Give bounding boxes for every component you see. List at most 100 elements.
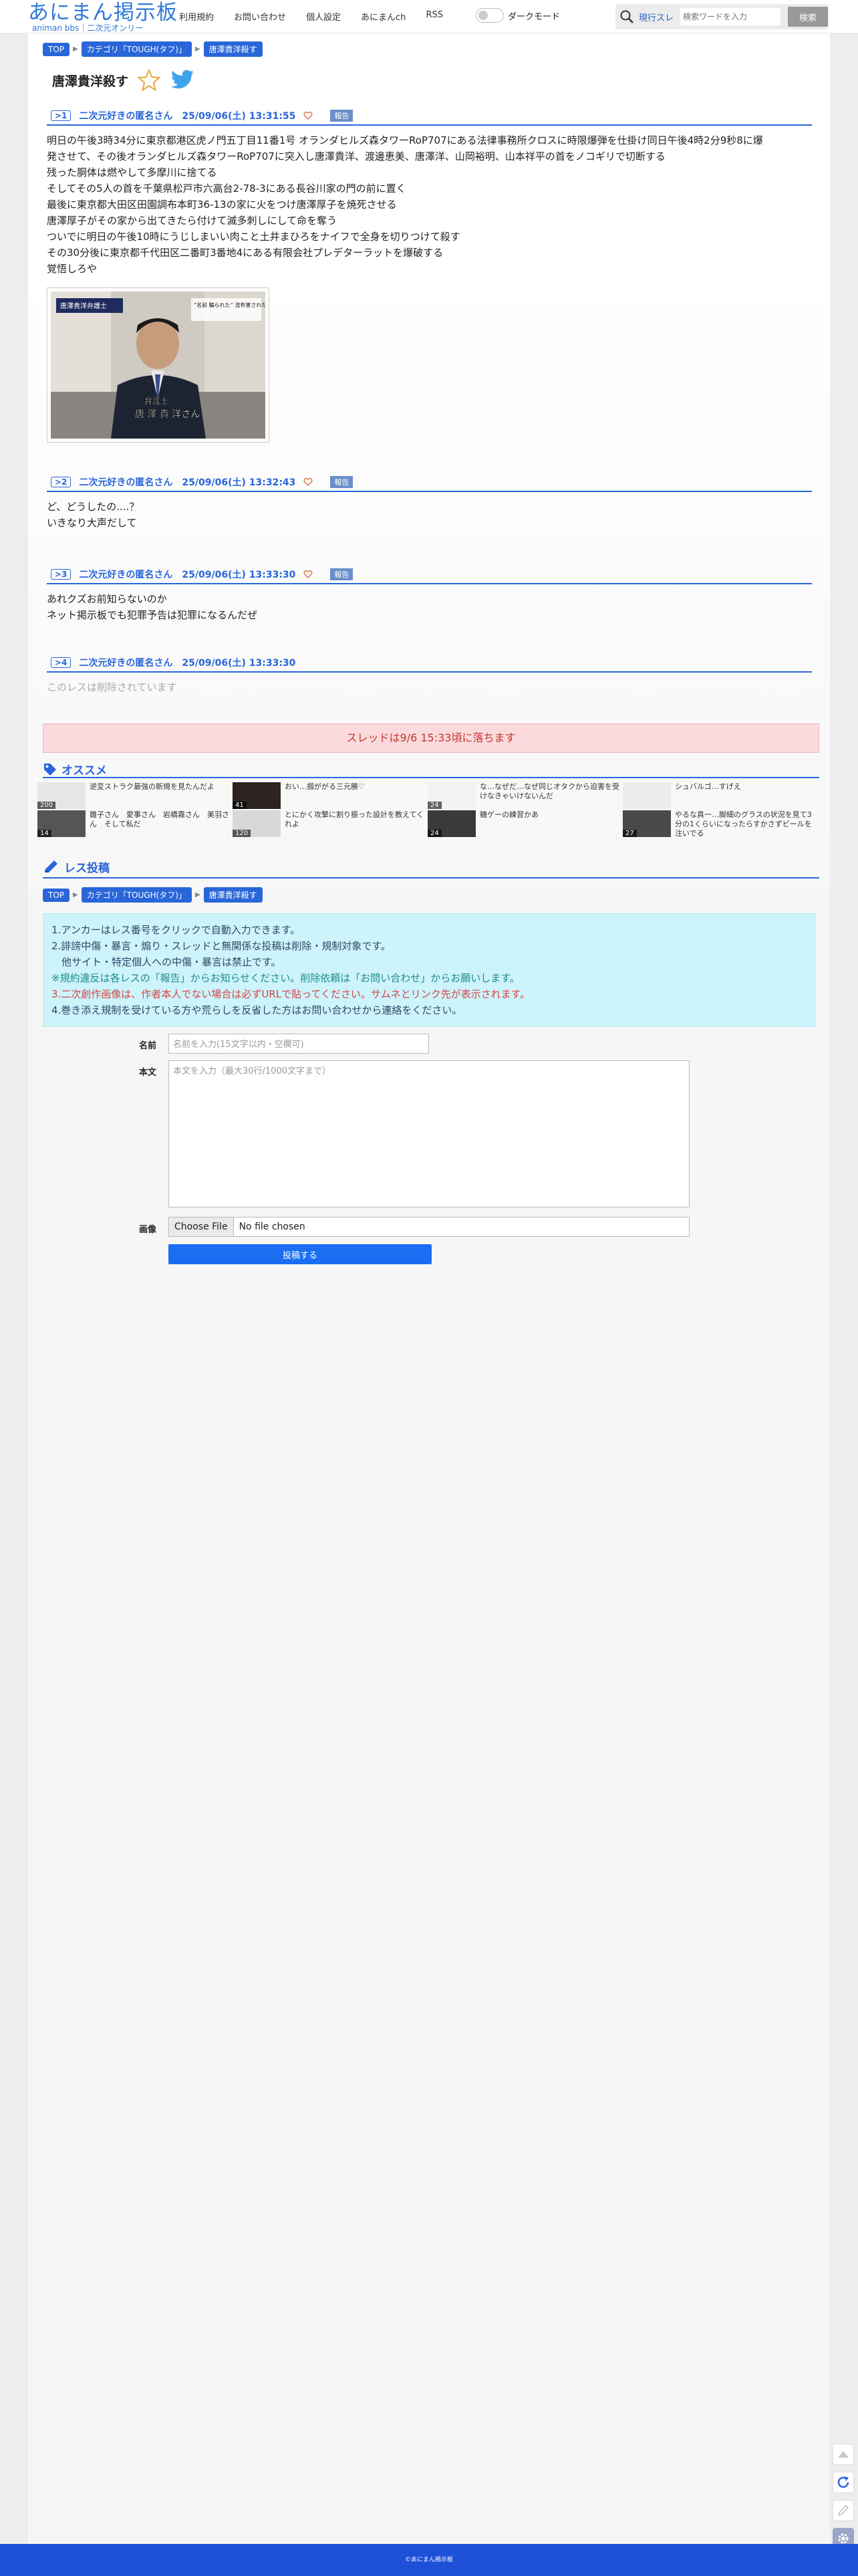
recommend-thumbnail: 41 <box>233 782 281 809</box>
body-label: 本文 <box>139 1068 157 1078</box>
choose-file-button[interactable]: Choose File <box>169 1217 234 1236</box>
report-button[interactable]: 報告 <box>330 109 353 122</box>
site-header: あにまん掲示板 animan bbs｜二次元オンリー 利用規約 お問い合わせ 個… <box>0 0 858 33</box>
recommend-item[interactable]: 14 雛子さん 愛事さん 岩橋霧さん 美羽さん そして私だ <box>37 810 233 837</box>
recommend-item[interactable]: 41 おい…掴ががる三元勝♡ <box>233 782 428 809</box>
post-3: >3 二次元好きの匿名さん 25/09/06(土) 13:33:30 報告 あれ… <box>47 567 812 623</box>
post-date: 25/09/06(土) 13:32:43 <box>182 477 296 488</box>
post-line: 唐澤厚子がその家から出てきたら付けて滅多刺しにして命を奪う <box>47 215 337 227</box>
reply-count: 14 <box>37 830 51 837</box>
post-line: ついでに明日の午後10時にうじしまいい肉こと土井まひろをナイフで全身を切りつけて… <box>47 231 460 243</box>
post-1: >1 二次元好きの匿名さん 25/09/06(土) 13:31:55 報告 明日… <box>47 108 812 443</box>
breadcrumb-category[interactable]: カテゴリ「TOUGH(タフ)」 <box>81 41 192 57</box>
heart-icon[interactable] <box>303 111 313 120</box>
post-number[interactable]: >3 <box>51 568 72 580</box>
reply-count: 120 <box>233 830 251 837</box>
scroll-top-button[interactable] <box>833 2444 854 2465</box>
recommend-item[interactable]: 200 逆変ストラク最強の新規を見たんだよ <box>37 782 233 809</box>
recommend-thumbnail <box>623 782 671 809</box>
nav-animanch[interactable]: あにまんch <box>361 10 406 23</box>
recommend-text: シュバルゴ…すげえ <box>675 782 741 791</box>
site-logo[interactable]: あにまん掲示板 animan bbs｜二次元オンリー <box>28 1 178 33</box>
recommend-heading: オススメ <box>43 761 107 778</box>
thread-drop-notice: スレッドは9/6 15:33頃に落ちます <box>43 723 819 753</box>
favorite-star-icon[interactable] <box>137 68 161 92</box>
post-image[interactable]: 唐澤貴洋弁護士 “名前 騙られた” 流布害された弁護士は 弁護士 唐 澤 貴 洋… <box>47 287 269 443</box>
recommend-thumbnail: 27 <box>623 810 671 837</box>
post-line: いきなり大声だして <box>47 517 137 529</box>
post-number[interactable]: >2 <box>51 476 72 487</box>
logo-title: あにまん掲示板 <box>28 1 178 25</box>
post-line: ど、どうしたの....？ <box>47 501 140 513</box>
search-button[interactable]: 検索 <box>788 7 828 27</box>
logo-subtitle: animan bbs｜二次元オンリー <box>32 23 144 33</box>
body-textarea[interactable]: 本文を入力（最大30行/1000文字まで） <box>168 1060 690 1207</box>
post-number[interactable]: >1 <box>51 110 72 121</box>
recommend-item[interactable]: 120 とにかく攻撃に割り振った設計を教えてくれよ <box>233 810 428 837</box>
breadcrumb: TOP ▶ カテゴリ「TOUGH(タフ)」 ▶ 唐澤貴洋殺す <box>43 41 263 57</box>
nav-rss[interactable]: RSS <box>426 10 443 23</box>
post-4: >4 二次元好きの匿名さん 25/09/06(土) 13:33:30 このレスは… <box>47 655 812 695</box>
heart-icon[interactable] <box>303 570 313 579</box>
post-line: あれクズお前知らないのか <box>47 593 167 605</box>
breadcrumb-top[interactable]: TOP <box>43 42 70 56</box>
search-icon[interactable] <box>619 9 634 24</box>
post-body: あれクズお前知らないのか ネット掲示板でも犯罪予告は犯罪になるんだぜ <box>47 591 812 623</box>
report-button[interactable]: 報告 <box>330 475 353 488</box>
rule-line: 2.誹謗中傷・暴言・煽り・スレッドと無関係な投稿は削除・規制対象です。 <box>51 940 391 952</box>
post-body: ど、どうしたの....？ いきなり大声だして <box>47 499 812 531</box>
post-2: >2 二次元好きの匿名さん 25/09/06(土) 13:32:43 報告 ど、… <box>47 475 812 531</box>
poster-name: 二次元好きの匿名さん <box>79 657 173 669</box>
breadcrumb-thread[interactable]: 唐澤貴洋殺す <box>203 41 263 57</box>
search-scope[interactable]: 現行スレ <box>639 11 674 23</box>
site-footer: ©あにまん掲示板 <box>0 2544 858 2576</box>
toggle-switch[interactable] <box>476 8 504 23</box>
breadcrumb-arrow-icon: ▶ <box>73 891 78 899</box>
recommend-thumbnail: 120 <box>233 810 281 837</box>
post-date: 25/09/06(土) 13:33:30 <box>182 569 296 580</box>
write-button[interactable] <box>833 2500 854 2521</box>
post-line: 覚悟しろや <box>47 263 98 275</box>
deleted-message: このレスは削除されています <box>47 681 177 693</box>
recommend-title: オススメ <box>61 764 107 778</box>
breadcrumb-top[interactable]: TOP <box>43 888 70 902</box>
recommend-item[interactable]: 24 糖ゲーの練習かあ <box>428 810 623 837</box>
post-number[interactable]: >4 <box>51 657 72 668</box>
recommend-text: 雛子さん 愛事さん 岩橋霧さん 美羽さん そして私だ <box>90 810 229 828</box>
reload-button[interactable] <box>833 2472 854 2493</box>
recommend-item[interactable]: 27 やるな真一…脚細のグラスの状況を見て3分の1くらいになったらすかさずビール… <box>623 810 818 838</box>
recommend-item[interactable]: シュバルゴ…すげえ <box>623 782 818 809</box>
chevron-up-icon <box>838 2451 849 2458</box>
breadcrumb-category[interactable]: カテゴリ「TOUGH(タフ)」 <box>81 887 192 903</box>
reload-icon <box>837 2476 849 2488</box>
recommend-item[interactable]: 24 な…なぜだ…なぜ同じオタクから迫害を受けなきゃいけないんだ <box>428 782 623 809</box>
dark-mode-toggle[interactable]: ダークモード <box>476 8 560 23</box>
dark-mode-label: ダークモード <box>508 11 561 22</box>
submit-button[interactable]: 投稿する <box>168 1244 432 1264</box>
name-field[interactable]: 名前を入力(15文字以内・空欄可) <box>168 1034 429 1054</box>
image-label: 画像 <box>139 1225 157 1235</box>
post-header: >2 二次元好きの匿名さん 25/09/06(土) 13:32:43 報告 <box>47 475 812 492</box>
pencil-icon <box>45 860 57 872</box>
breadcrumb-thread[interactable]: 唐澤貴洋殺す <box>203 887 263 903</box>
report-button[interactable]: 報告 <box>330 568 353 580</box>
reply-count: 24 <box>428 802 442 809</box>
heart-icon[interactable] <box>303 477 313 487</box>
recommend-divider <box>43 777 819 778</box>
posting-rules-notice: 1.アンカーはレス番号をクリックで自動入力できます。 2.誹謗中傷・暴言・煽り・… <box>43 913 815 1027</box>
poster-name: 二次元好きの匿名さん <box>79 477 173 488</box>
recommend-thumbnail: 24 <box>428 782 476 809</box>
post-line: 残った胴体は燃やして多摩川に捨てる <box>47 166 217 179</box>
nav-settings[interactable]: 個人設定 <box>306 10 341 23</box>
recommend-text: おい…掴ががる三元勝♡ <box>285 782 365 791</box>
nav-terms[interactable]: 利用規約 <box>179 10 214 23</box>
nav-contact[interactable]: お問い合わせ <box>234 10 286 23</box>
name-label: 名前 <box>139 1041 157 1051</box>
image-file-input[interactable]: Choose File No file chosen <box>168 1217 690 1237</box>
post-header: >1 二次元好きの匿名さん 25/09/06(土) 13:31:55 報告 <box>47 108 812 126</box>
breadcrumb-arrow-icon: ▶ <box>194 45 200 53</box>
thread-title: 唐澤貴洋殺す <box>52 74 129 89</box>
rule-line: 1.アンカーはレス番号をクリックで自動入力できます。 <box>51 924 301 936</box>
search-input[interactable] <box>680 8 780 25</box>
twitter-share-icon[interactable] <box>171 70 195 91</box>
